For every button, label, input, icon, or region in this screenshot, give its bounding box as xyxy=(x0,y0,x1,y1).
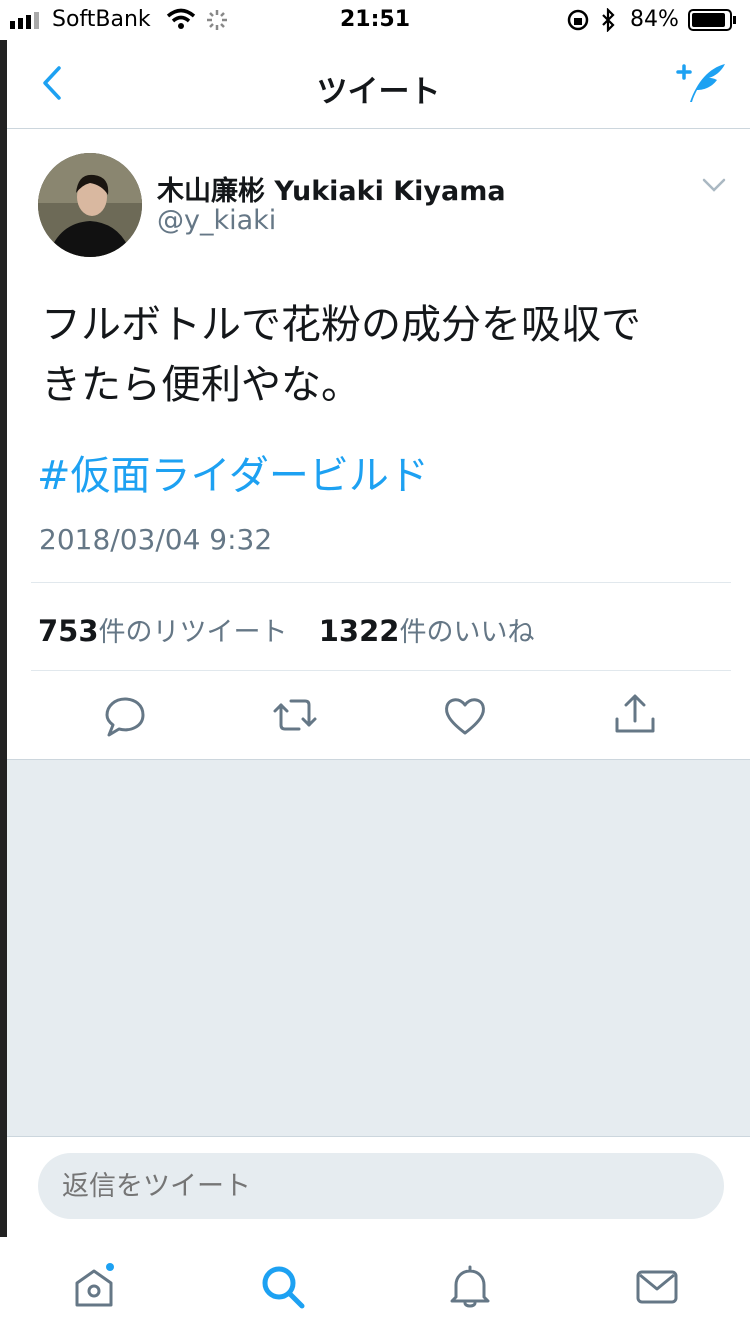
tab-home[interactable] xyxy=(72,1263,118,1309)
home-icon xyxy=(75,1263,114,1307)
avatar-image xyxy=(38,153,142,257)
chevron-down-icon xyxy=(702,178,726,192)
compose-feather-icon xyxy=(676,64,725,102)
tab-bar xyxy=(0,1237,750,1334)
back-button[interactable] xyxy=(35,62,75,102)
tweet-detail: 木山廉彬 Yukiaki Kiyama @y_kiaki フルボトルで花粉の成分… xyxy=(7,129,750,760)
author-name[interactable]: 木山廉彬 Yukiaki Kiyama xyxy=(157,169,506,208)
navigation-bar: ツイート xyxy=(7,40,750,129)
like-label: 件のいいね xyxy=(399,617,535,648)
retweet-label: 件のリツイート xyxy=(98,617,288,648)
orientation-lock-icon xyxy=(567,9,589,31)
retweet-count: 753 xyxy=(38,614,99,648)
reply-bar xyxy=(7,1136,750,1237)
heart-icon xyxy=(445,698,485,735)
search-icon xyxy=(262,1266,305,1309)
tweet-stats: 753件のリツイート 1322件のいいね xyxy=(38,610,534,649)
divider xyxy=(31,670,731,671)
tweet-text: フルボトルで花粉の成分を吸収で きたら便利やな。 xyxy=(41,295,721,415)
hashtag-link[interactable]: #仮面ライダービルド xyxy=(37,443,429,501)
reply-button[interactable] xyxy=(101,691,149,739)
share-button[interactable] xyxy=(611,691,659,739)
author-handle[interactable]: @y_kiaki xyxy=(157,205,276,236)
tweet-timestamp: 2018/03/04 9:32 xyxy=(39,523,273,556)
retweet-stat[interactable]: 753件のリツイート xyxy=(38,614,288,648)
retweet-icon xyxy=(273,699,317,731)
empty-replies-area xyxy=(7,760,750,1136)
battery-icon xyxy=(688,9,736,31)
page-title: ツイート xyxy=(316,74,441,110)
reply-input[interactable] xyxy=(38,1153,724,1219)
bell-icon xyxy=(450,1265,490,1308)
status-bar: SoftBank 21:51 84% xyxy=(0,0,750,40)
bluetooth-icon xyxy=(602,8,615,32)
like-button[interactable] xyxy=(441,691,489,739)
avatar[interactable] xyxy=(38,153,142,257)
tab-messages[interactable] xyxy=(634,1263,680,1309)
like-count: 1322 xyxy=(318,614,400,648)
battery-percent: 84% xyxy=(630,7,679,32)
compose-tweet-button[interactable] xyxy=(675,58,731,108)
like-stat[interactable]: 1322件のいいね xyxy=(318,614,535,648)
retweet-button[interactable] xyxy=(271,691,319,739)
tab-search[interactable] xyxy=(259,1263,305,1309)
tweet-text-line: フルボトルで花粉の成分を吸収で xyxy=(41,302,641,348)
background-page-strip xyxy=(0,40,7,1240)
share-icon xyxy=(615,694,655,733)
chevron-left-icon xyxy=(43,66,61,100)
tab-notifications[interactable] xyxy=(446,1263,492,1309)
tweet-menu-button[interactable] xyxy=(701,175,727,195)
tweet-text-line: きたら便利やな。 xyxy=(41,362,361,408)
reply-icon xyxy=(105,697,145,737)
mail-icon xyxy=(636,1270,678,1304)
divider xyxy=(31,582,731,583)
